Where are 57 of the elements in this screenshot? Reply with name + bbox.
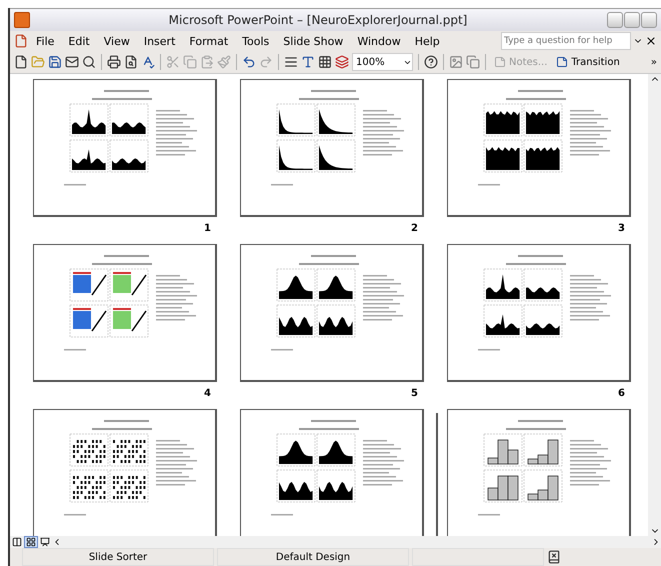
slide-thumbnail[interactable] <box>447 409 631 536</box>
slide-number: 2 <box>411 223 418 234</box>
app-icon <box>14 12 30 28</box>
menu-item[interactable]: Format <box>183 32 234 50</box>
search-icon[interactable] <box>82 55 96 69</box>
menu-item[interactable]: View <box>98 32 136 50</box>
slide-number: 5 <box>411 388 418 399</box>
maximize-button[interactable] <box>624 12 640 28</box>
normal-view-button[interactable] <box>10 536 24 548</box>
slide-thumbnail[interactable] <box>240 244 424 382</box>
zoom-combo[interactable]: 100% <box>352 53 413 71</box>
help-icon[interactable] <box>424 55 438 69</box>
note-icon <box>556 56 568 68</box>
print-preview-icon[interactable] <box>124 55 138 69</box>
new-document-icon[interactable] <box>14 55 28 69</box>
image-icon[interactable] <box>449 55 463 69</box>
duplicate-icon[interactable] <box>466 55 480 69</box>
document-icon[interactable] <box>14 34 28 48</box>
minimize-button[interactable] <box>607 12 623 28</box>
overflow-glyph[interactable]: » <box>650 56 657 68</box>
help-search-field[interactable]: Type a question for help <box>501 32 631 50</box>
slide-thumbnail[interactable] <box>447 79 631 217</box>
note-icon <box>494 56 506 68</box>
spelling-icon[interactable] <box>141 55 155 69</box>
printer-icon[interactable] <box>107 55 121 69</box>
status-cell: Default Design <box>217 548 409 566</box>
lines-icon[interactable] <box>284 55 298 69</box>
slide-sorter-button[interactable] <box>24 536 38 548</box>
slide-number: 1 <box>204 223 211 234</box>
undo-icon[interactable] <box>242 55 256 69</box>
slide-thumbnail[interactable] <box>33 409 217 536</box>
slide-thumbnail[interactable] <box>33 79 217 217</box>
text-format-icon[interactable] <box>301 55 315 69</box>
menu-item[interactable]: Slide Show <box>277 32 350 50</box>
slide-number: 6 <box>618 388 625 399</box>
close-icon[interactable] <box>645 35 657 47</box>
slide-thumbnail[interactable] <box>240 79 424 217</box>
slide-number: 4 <box>204 388 211 399</box>
menu-item[interactable]: Window <box>351 32 407 50</box>
slide-thumbnail[interactable] <box>240 409 424 536</box>
slide-thumbnail[interactable] <box>447 244 631 382</box>
menu-item[interactable]: Insert <box>138 32 182 50</box>
mail-icon[interactable] <box>65 55 79 69</box>
status-cell: Slide Sorter <box>22 548 214 566</box>
window-title: Microsoft PowerPoint – [NeuroExplorerJournal.ppt] <box>168 13 468 27</box>
slide-number: 3 <box>618 223 625 234</box>
menu-item[interactable]: File <box>30 32 60 50</box>
toolbar-button[interactable]: Transition <box>553 56 623 68</box>
menu-item[interactable]: Help <box>408 32 446 50</box>
grid-icon[interactable] <box>318 55 332 69</box>
close-button[interactable] <box>641 12 657 28</box>
menu-item[interactable]: Edit <box>62 32 96 50</box>
menu-item[interactable]: Tools <box>236 32 276 50</box>
save-icon[interactable] <box>48 55 62 69</box>
slide-show-button[interactable] <box>38 536 52 548</box>
vertical-scrollbar[interactable] <box>648 74 661 536</box>
slide-thumbnail[interactable] <box>33 244 217 382</box>
